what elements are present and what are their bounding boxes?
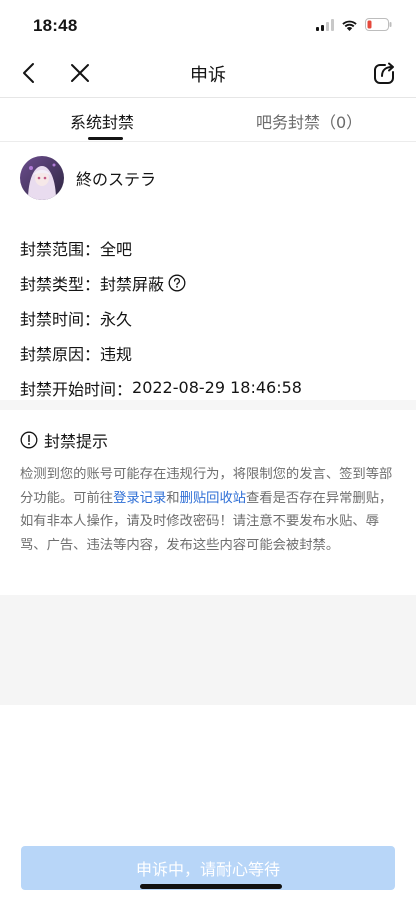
question-icon[interactable] (168, 274, 186, 292)
ban-scope-label: 封禁范围： (20, 239, 101, 259)
tab-indicator (88, 137, 123, 140)
ban-reason-value: 违规 (100, 344, 133, 364)
status-bar: 18:48 (0, 0, 416, 48)
login-records-link[interactable]: 登录记录 (113, 491, 166, 506)
user-row: 終のステラ (20, 156, 156, 200)
ban-duration-value: 永久 (100, 309, 133, 329)
ban-duration-label: 封禁时间： (20, 309, 101, 329)
ban-scope-row: 封禁范围： 全吧 (20, 230, 302, 265)
ban-duration-row: 封禁时间： 永久 (20, 300, 302, 335)
notice-text-and: 和 (166, 490, 180, 506)
ban-start-value: 2022-08-29 18:46:58 (132, 378, 302, 397)
ban-scope-value: 全吧 (100, 239, 133, 259)
tab-bar-ban[interactable]: 吧务封禁（0） (256, 109, 362, 133)
signal-icon (316, 18, 334, 31)
ban-type-value: 封禁屏蔽 (100, 274, 165, 294)
share-icon[interactable] (372, 60, 398, 86)
username[interactable]: 終のステラ (76, 166, 156, 190)
warning-icon (20, 431, 38, 449)
avatar[interactable] (20, 156, 64, 200)
ban-type-label: 封禁类型： (20, 274, 101, 294)
ban-start-label: 封禁开始时间： (20, 379, 133, 399)
notice-text: 检测到您的账号可能存在违规行为，将限制您的发言、签到等部分功能。可前往登录记录和… (20, 463, 396, 557)
notice-header: 封禁提示 (20, 428, 396, 452)
ban-type-row: 封禁类型： 封禁屏蔽 (20, 265, 302, 300)
ban-reason-row: 封禁原因： 违规 (20, 335, 302, 370)
notice-title: 封禁提示 (44, 432, 109, 451)
ban-reason-label: 封禁原因： (20, 344, 101, 364)
tab-system-ban[interactable]: 系统封禁 (70, 109, 134, 133)
status-time: 18:48 (33, 16, 78, 35)
empty-gray-area (0, 595, 416, 705)
post-recycle-bin-link[interactable]: 删贴回收站 (180, 491, 246, 506)
status-icons (316, 18, 392, 31)
wifi-icon (342, 20, 357, 31)
battery-icon (365, 18, 392, 31)
section-divider (0, 400, 416, 410)
page-title: 申诉 (190, 65, 226, 86)
ban-info-list: 封禁范围： 全吧 封禁类型： 封禁屏蔽 封禁时间： 永久 封禁原因： 违规 封禁… (20, 230, 302, 405)
tab-bar: 系统封禁 吧务封禁（0） (0, 98, 416, 142)
ban-notice: 封禁提示 检测到您的账号可能存在违规行为，将限制您的发言、签到等部分功能。可前往… (0, 410, 416, 557)
home-indicator (140, 884, 282, 889)
nav-bar: 申诉 (0, 48, 416, 98)
